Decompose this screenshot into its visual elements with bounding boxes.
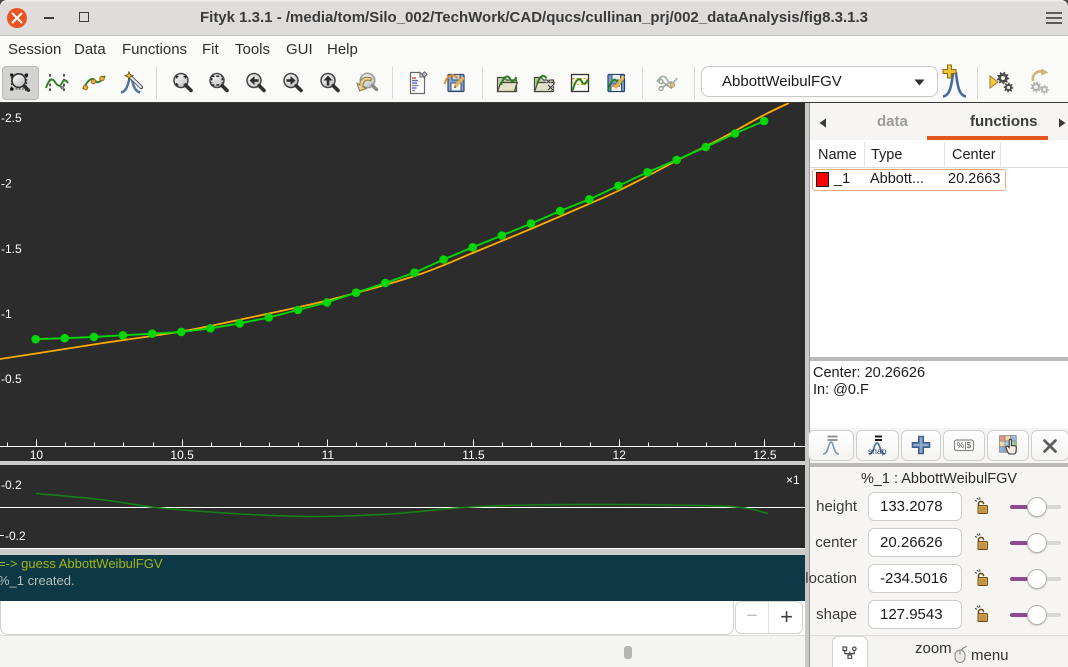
- svg-text:-1.5: -1.5: [1, 242, 22, 256]
- svg-text:12.5: 12.5: [753, 448, 777, 461]
- svg-text:%|$: %|$: [957, 440, 972, 450]
- svg-text:snap: snap: [868, 446, 887, 456]
- svg-text:-1: -1: [1, 307, 12, 321]
- svg-text:-0.2: -0.2: [5, 529, 26, 543]
- svg-text:-2.5: -2.5: [1, 111, 22, 125]
- svg-text:-0.2: -0.2: [1, 478, 22, 492]
- svg-text:12: 12: [613, 448, 627, 461]
- svg-text:10.5: 10.5: [170, 448, 194, 461]
- svg-text:×1: ×1: [786, 473, 800, 487]
- svg-text:11.5: 11.5: [462, 448, 485, 461]
- svg-text:11: 11: [322, 448, 335, 461]
- svg-text:-2: -2: [1, 177, 12, 191]
- svg-text:10: 10: [30, 448, 44, 461]
- svg-text:-0.5: -0.5: [1, 372, 22, 386]
